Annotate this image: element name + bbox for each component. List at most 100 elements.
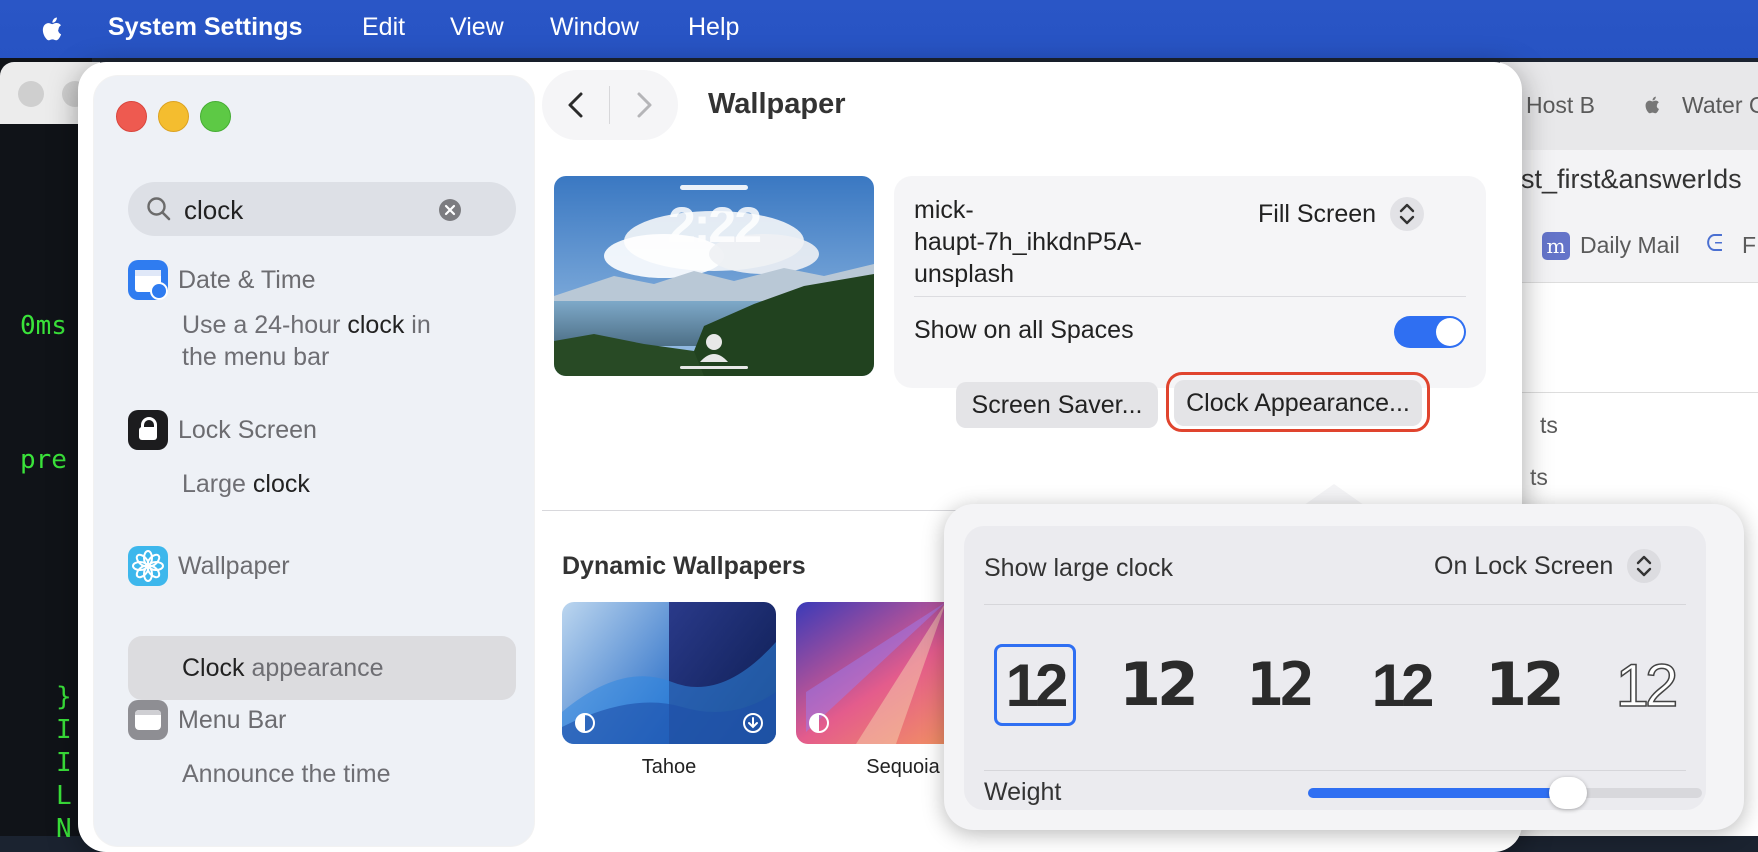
clock-appearance-popover: Show large clock On Lock Screen 12 12 12… [944, 504, 1744, 830]
clock-style-2[interactable]: 12 [1116, 644, 1199, 726]
bookmark-item[interactable]: Daily Mail [1580, 232, 1680, 259]
terminal-line: L [56, 781, 72, 811]
search-result-clock-appearance[interactable]: Clock appearance [128, 636, 516, 700]
menu-bar-icon [128, 700, 168, 740]
close-window-button[interactable] [116, 101, 147, 132]
result-text: appearance [244, 654, 384, 682]
clock-style-3[interactable]: 12 [1238, 644, 1320, 726]
forward-arrow-icon[interactable] [626, 88, 660, 122]
bookmark-item[interactable]: F [1742, 232, 1756, 259]
fit-select[interactable]: Fill Screen [1258, 194, 1425, 234]
browser-tab[interactable]: Host B [1526, 92, 1595, 119]
menu-edit[interactable]: Edit [362, 13, 405, 42]
terminal-line: pre [20, 445, 67, 475]
navigation-buttons [542, 70, 678, 140]
clear-search-icon[interactable] [438, 198, 462, 222]
weight-slider[interactable] [1308, 777, 1702, 809]
result-match: Clock [182, 654, 245, 682]
sidebar: Date & Time Use a 24-hour clock in the m… [94, 76, 534, 846]
chevron-up-down-icon [1627, 549, 1662, 583]
show-all-spaces-toggle[interactable] [1394, 316, 1466, 348]
page-title: Wallpaper [708, 88, 846, 120]
menu-view[interactable]: View [450, 13, 504, 42]
menu-window[interactable]: Window [550, 13, 639, 42]
browser-tab-bar: Host B Water C [1500, 62, 1758, 150]
search-icon [147, 197, 171, 221]
back-arrow-icon[interactable] [560, 88, 594, 122]
lock-screen-bar [680, 185, 748, 190]
clock-style-1[interactable]: 12 [994, 644, 1076, 726]
sidebar-item-label: Wallpaper [178, 551, 290, 580]
weight-slider-knob[interactable] [1549, 777, 1588, 809]
weight-label: Weight [984, 778, 1062, 806]
background-text: ts [1530, 464, 1548, 490]
chevron-up-down-icon [1390, 197, 1425, 231]
sidebar-item-label: Date & Time [178, 265, 316, 294]
apple-menu-icon[interactable] [38, 14, 68, 44]
result-label: Clock appearance [182, 652, 384, 684]
fit-select-value: Fill Screen [1258, 199, 1377, 228]
sidebar-item-lock-screen[interactable]: Lock Screen [128, 406, 317, 454]
wallpaper-name-line: haupt-7h_ihkdnP5A- [914, 228, 1142, 256]
dynamic-mode-icon [575, 713, 595, 733]
wallpaper-preview[interactable]: 2:22 [554, 176, 874, 376]
menu-bar: System Settings Edit View Window Help [0, 0, 1758, 58]
calendar-clock-icon [128, 260, 168, 300]
result-match: clock [347, 311, 405, 339]
divider [1500, 392, 1758, 393]
zoom-window-button[interactable] [200, 101, 231, 132]
menu-app-name[interactable]: System Settings [108, 13, 303, 42]
show-large-clock-value: On Lock Screen [1434, 551, 1614, 580]
sidebar-item-date-time[interactable]: Date & Time [128, 256, 316, 304]
wallpaper-caption: Tahoe [641, 756, 697, 778]
sidebar-item-wallpaper[interactable]: Wallpaper [128, 542, 290, 590]
terminal-line: N [56, 814, 72, 844]
dynamic-wallpapers-heading: Dynamic Wallpapers [562, 552, 806, 580]
weight-slider-fill [1308, 788, 1569, 798]
show-large-clock-select[interactable]: On Lock Screen [1434, 546, 1662, 586]
browser-address-bar[interactable]: est_first&answerIds [1500, 150, 1758, 212]
search-result-large-clock[interactable]: Large clock [182, 468, 310, 500]
wallpaper-name-line: mick- [914, 196, 974, 224]
terminal-line: I [56, 715, 72, 745]
search-result-24-hour-clock[interactable]: Use a 24-hour clock in the menu bar [182, 309, 472, 373]
lock-screen-time: 2:22 [667, 197, 762, 253]
terminal-line: I [56, 748, 72, 778]
result-text: Large [182, 470, 253, 498]
lock-icon [128, 410, 168, 450]
result-match: clock [252, 470, 310, 498]
sidebar-item-menu-bar[interactable]: Menu Bar [128, 696, 286, 744]
sidebar-item-label: Lock Screen [178, 415, 317, 444]
window-control-icon[interactable] [18, 81, 44, 107]
wallpaper-name-line: unsplash [914, 260, 1015, 288]
sidebar-item-label: Menu Bar [178, 705, 287, 734]
address-text: est_first&answerIds [1506, 164, 1742, 194]
wallpaper-name: mick- haupt-7h_ihkdnP5A- unsplash [914, 194, 1142, 290]
wallpaper-tile-tahoe[interactable] [562, 602, 776, 744]
toggle-knob [1436, 318, 1464, 346]
bookmark-icon: ᕮ [1706, 230, 1724, 256]
screen-saver-button[interactable]: Screen Saver... [956, 382, 1158, 428]
bookmarks-bar: m Daily Mail ᕮ F [1500, 212, 1758, 283]
terminal-line: } [56, 682, 72, 712]
dynamic-mode-icon [809, 713, 829, 733]
download-icon[interactable] [742, 712, 764, 734]
clock-appearance-button[interactable]: Clock Appearance... [1174, 380, 1422, 426]
terminal-line: 0ms [20, 311, 67, 341]
minimize-window-button[interactable] [158, 101, 189, 132]
menu-help[interactable]: Help [688, 13, 739, 42]
show-all-spaces-label: Show on all Spaces [914, 316, 1134, 344]
browser-tab[interactable]: Water C [1682, 92, 1758, 119]
clock-style-4[interactable]: 12 [1360, 644, 1442, 726]
clock-style-6[interactable]: 12 [1604, 644, 1686, 726]
result-text: Announce the time [182, 760, 391, 788]
wallpaper-flower-icon [128, 546, 168, 586]
apple-icon [1645, 96, 1659, 114]
user-avatar-icon [680, 334, 748, 369]
show-large-clock-label: Show large clock [984, 554, 1173, 582]
search-result-announce-time[interactable]: Announce the time [182, 758, 390, 790]
clock-style-5[interactable]: 12 [1482, 644, 1565, 726]
page-text: ts [1540, 412, 1558, 438]
search-field[interactable] [128, 182, 516, 236]
daily-mail-icon: m [1542, 232, 1570, 260]
